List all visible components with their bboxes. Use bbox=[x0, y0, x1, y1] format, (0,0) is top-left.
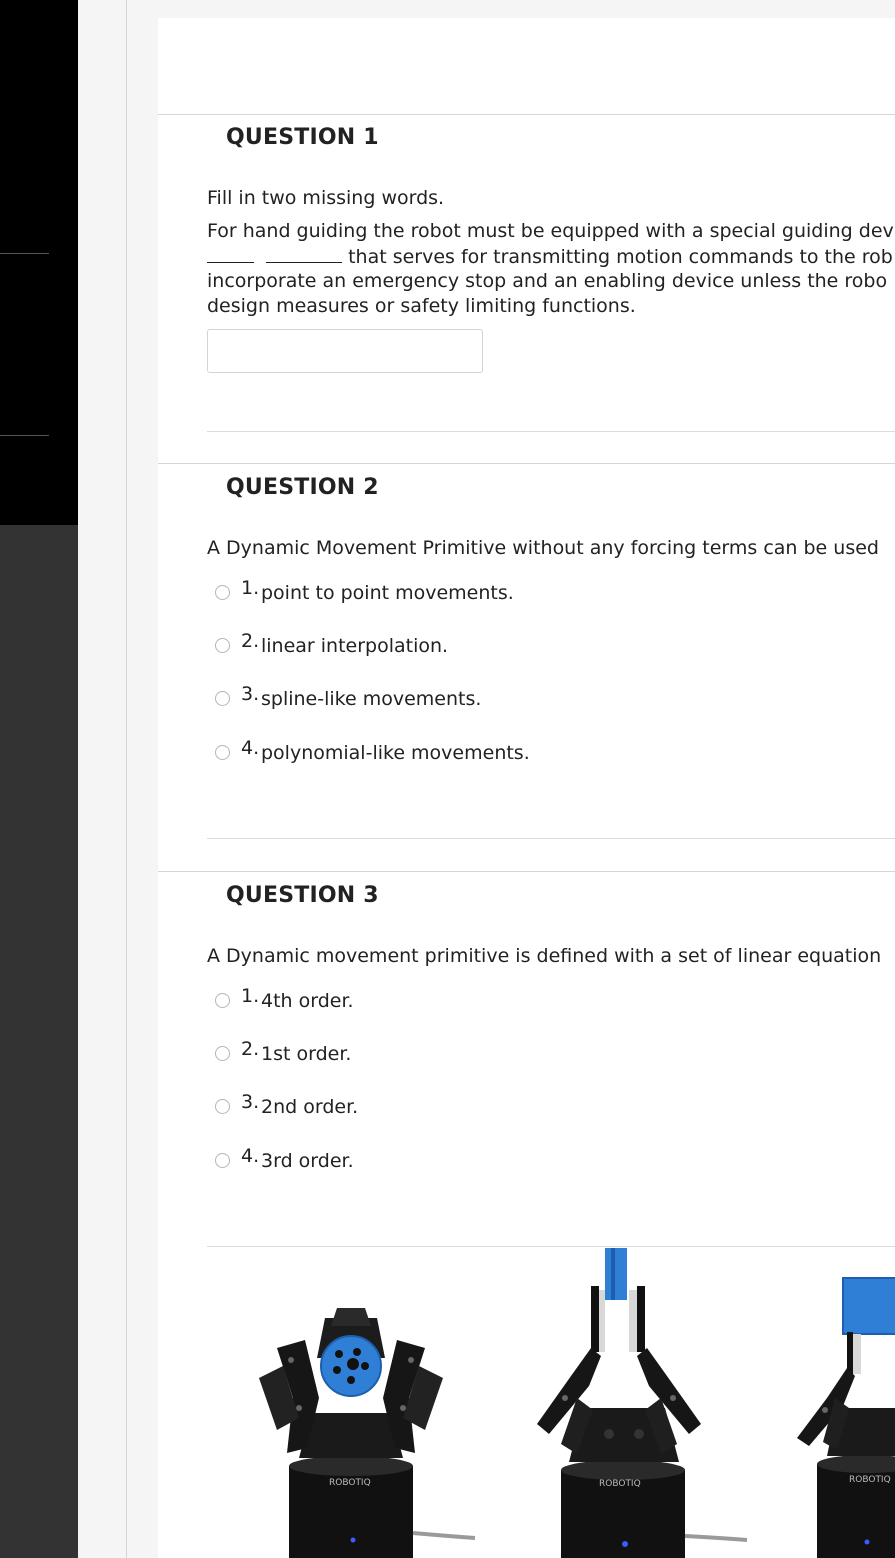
robotiq-gripper-image-1: ROBOTIQ bbox=[259, 1308, 476, 1558]
question-1-answer-input[interactable] bbox=[207, 329, 483, 373]
radio-button[interactable] bbox=[215, 1046, 230, 1061]
nav-rail bbox=[0, 0, 78, 525]
option-label: linear interpolation. bbox=[261, 635, 449, 657]
radio-button[interactable] bbox=[215, 585, 230, 600]
question-1-text-line: For hand guiding the robot must be equip… bbox=[207, 220, 894, 242]
option-number: 4. bbox=[241, 737, 260, 759]
question-2-prompt: A Dynamic Movement Primitive without any… bbox=[207, 537, 879, 559]
option-number: 2. bbox=[241, 1038, 260, 1060]
question-3-prompt: A Dynamic movement primitive is defined … bbox=[207, 945, 882, 967]
radio-button[interactable] bbox=[215, 993, 230, 1008]
radio-button[interactable] bbox=[215, 691, 230, 706]
option-number: 1. bbox=[241, 985, 260, 1007]
option-label: 2nd order. bbox=[261, 1096, 359, 1118]
radio-button[interactable] bbox=[215, 1153, 230, 1168]
option-label: 1st order. bbox=[261, 1043, 352, 1065]
option-number: 3. bbox=[241, 1091, 260, 1113]
option-number: 4. bbox=[241, 1145, 260, 1167]
question-separator bbox=[207, 431, 895, 432]
robotiq-gripper-image-3: ROBOTIQ bbox=[797, 1277, 895, 1558]
question-1-intro: Fill in two missing words. bbox=[207, 187, 445, 209]
option-label: point to point movements. bbox=[261, 582, 514, 604]
nav-divider bbox=[0, 253, 49, 254]
option-number: 1. bbox=[241, 577, 260, 599]
robotiq-gripper-image-2: ROBOTIQ bbox=[537, 1248, 747, 1558]
question-2: QUESTION 2 A Dynamic Movement Primitive … bbox=[158, 463, 895, 870]
radio-button[interactable] bbox=[215, 638, 230, 653]
option-label: spline-like movements. bbox=[261, 688, 482, 710]
option-number: 2. bbox=[241, 630, 260, 652]
question-1-title: QUESTION 1 bbox=[226, 125, 379, 150]
question-1: QUESTION 1 Fill in two missing words. Fo… bbox=[158, 114, 895, 463]
radio-button[interactable] bbox=[215, 745, 230, 760]
question-1-text-line: design measures or safety limiting funct… bbox=[207, 295, 636, 317]
radio-button[interactable] bbox=[215, 1099, 230, 1114]
nav-divider bbox=[0, 435, 49, 436]
gripper-image-row: ROBOTIQ ROBOTIQ ROBOTIQ bbox=[207, 1248, 895, 1558]
gripper-logo-text: ROBOTIQ bbox=[849, 1475, 891, 1485]
test-content-sheet: QUESTION 1 Fill in two missing words. Fo… bbox=[158, 18, 895, 1558]
nav-rail-lower bbox=[0, 525, 78, 1558]
gripper-logo-text: ROBOTIQ bbox=[599, 1479, 641, 1489]
question-separator bbox=[207, 1246, 895, 1247]
option-label: 3rd order. bbox=[261, 1150, 354, 1172]
missing-word-blank bbox=[207, 244, 254, 263]
gripper-logo-text: ROBOTIQ bbox=[329, 1478, 371, 1488]
question-2-title: QUESTION 2 bbox=[226, 475, 379, 500]
missing-word-blank bbox=[266, 244, 343, 263]
content-gutter bbox=[78, 0, 127, 1558]
question-1-text-fragment: that serves for transmitting motion comm… bbox=[348, 246, 893, 268]
question-separator bbox=[207, 838, 895, 839]
option-label: 4th order. bbox=[261, 990, 354, 1012]
question-3-title: QUESTION 3 bbox=[226, 883, 379, 908]
option-number: 3. bbox=[241, 683, 260, 705]
option-label: polynomial-like movements. bbox=[261, 742, 530, 764]
question-1-text-line: that serves for transmitting motion comm… bbox=[207, 244, 895, 270]
question-1-text-line: incorporate an emergency stop and an ena… bbox=[207, 270, 888, 292]
